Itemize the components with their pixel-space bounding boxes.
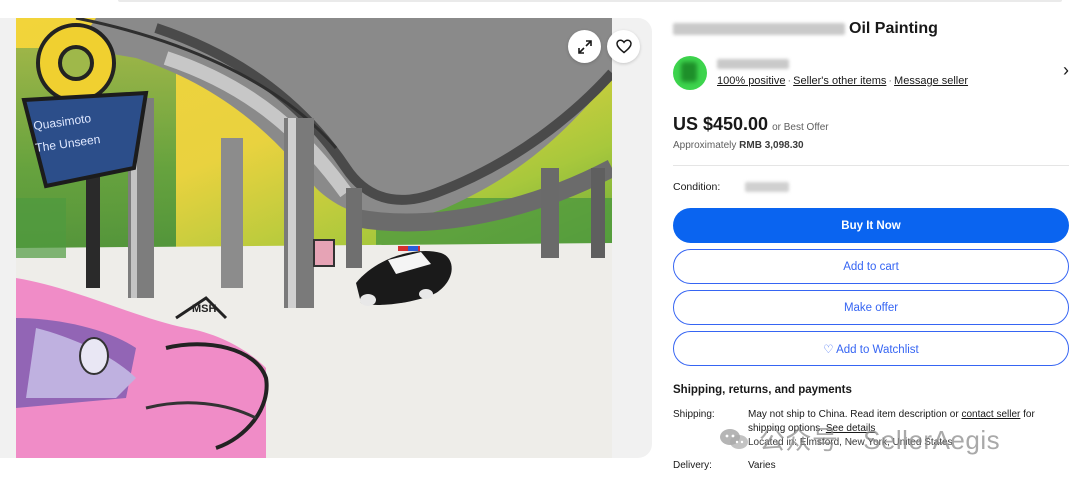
shipping-row: Shipping: May not ship to China. Read it… <box>673 408 1069 450</box>
image-gallery[interactable]: Q Quasimoto The Unseen MSH <box>0 18 652 458</box>
message-seller-link[interactable]: Message seller <box>894 75 968 87</box>
approx-value: RMB 3,098.30 <box>739 140 804 151</box>
add-to-watchlist-button[interactable]: ♡ Add to Watchlist <box>673 331 1069 366</box>
seller-name-redacted <box>717 59 789 69</box>
shipping-label: Shipping: <box>673 409 715 420</box>
contact-seller-link[interactable]: contact seller <box>961 409 1020 420</box>
delivery-row: Delivery: Varies <box>673 460 1069 471</box>
divider <box>673 165 1069 166</box>
see-details-link[interactable]: See details <box>826 423 875 434</box>
seller-card[interactable]: 100% positive · Seller's other items · Messa… <box>673 56 1069 90</box>
make-offer-button[interactable]: Make offer <box>673 290 1069 325</box>
watch-heart-button[interactable] <box>607 30 640 63</box>
condition-row: Condition: <box>673 180 1069 194</box>
approx-price: Approximately RMB 3,098.30 <box>673 140 1069 151</box>
condition-label: Condition: <box>673 181 721 193</box>
item-location: Located in: Elmsford, New York, United S… <box>748 437 953 448</box>
best-offer-label: or Best Offer <box>772 122 829 133</box>
approx-label: Approximately <box>673 140 737 151</box>
price: US $450.00 <box>673 114 769 134</box>
shipping-text-1: May not ship to China. Read item descrip… <box>748 409 959 420</box>
condition-value-redacted <box>745 182 789 192</box>
buy-it-now-button[interactable]: Buy It Now <box>673 208 1069 243</box>
listing-title-text: Oil Painting <box>849 20 938 37</box>
expand-image-button[interactable] <box>568 30 601 63</box>
price-block: US $450.00 or Best Offer <box>673 114 1069 135</box>
seller-feedback-link[interactable]: 100% positive <box>717 75 786 87</box>
delivery-label: Delivery: <box>673 460 712 471</box>
seller-other-items-link[interactable]: Seller's other items <box>793 75 886 87</box>
listing-details: Oil Painting 100% positive · Seller's othe… <box>673 18 1069 471</box>
shipping-section-title: Shipping, returns, and payments <box>673 384 852 396</box>
delivery-value: Varies <box>748 460 776 471</box>
painting-signature: MSH <box>192 303 217 315</box>
heart-icon <box>615 39 632 54</box>
top-divider <box>118 0 1062 2</box>
listing-title: Oil Painting <box>673 18 1069 40</box>
add-to-cart-button[interactable]: Add to cart <box>673 249 1069 284</box>
redacted-title-text <box>673 23 845 35</box>
seller-avatar[interactable] <box>673 56 707 90</box>
expand-icon <box>577 39 592 54</box>
listing-main-image[interactable]: Q Quasimoto The Unseen MSH <box>16 18 612 458</box>
chevron-right-icon[interactable]: › <box>1063 60 1069 81</box>
